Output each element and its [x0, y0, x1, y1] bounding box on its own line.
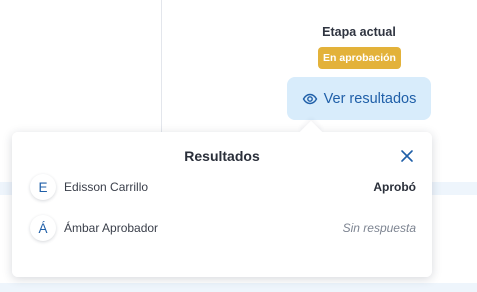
avatar: E [30, 174, 56, 200]
stage-title: Etapa actual [322, 25, 396, 39]
popover-title: Resultados [184, 148, 260, 164]
stage-status-badge: En aprobación [318, 47, 401, 69]
view-results-label: Ver resultados [323, 90, 417, 107]
close-icon[interactable] [400, 149, 414, 163]
column-divider [161, 0, 162, 132]
approver-name: Edisson Carrillo [64, 180, 149, 194]
approval-status: Aprobó [373, 180, 416, 194]
result-row: Á Ámbar Aprobador Sin respuesta [30, 213, 416, 243]
approver-name: Ámbar Aprobador [64, 221, 159, 235]
results-popover: Resultados E Edisson Carrillo Aprobó Á Á… [12, 120, 432, 277]
result-row: E Edisson Carrillo Aprobó [30, 172, 416, 202]
avatar: Á [30, 215, 56, 241]
eye-icon [302, 91, 318, 107]
view-results-button[interactable]: Ver resultados [287, 77, 431, 120]
background-row-strip [0, 283, 477, 292]
approval-status: Sin respuesta [342, 221, 416, 235]
